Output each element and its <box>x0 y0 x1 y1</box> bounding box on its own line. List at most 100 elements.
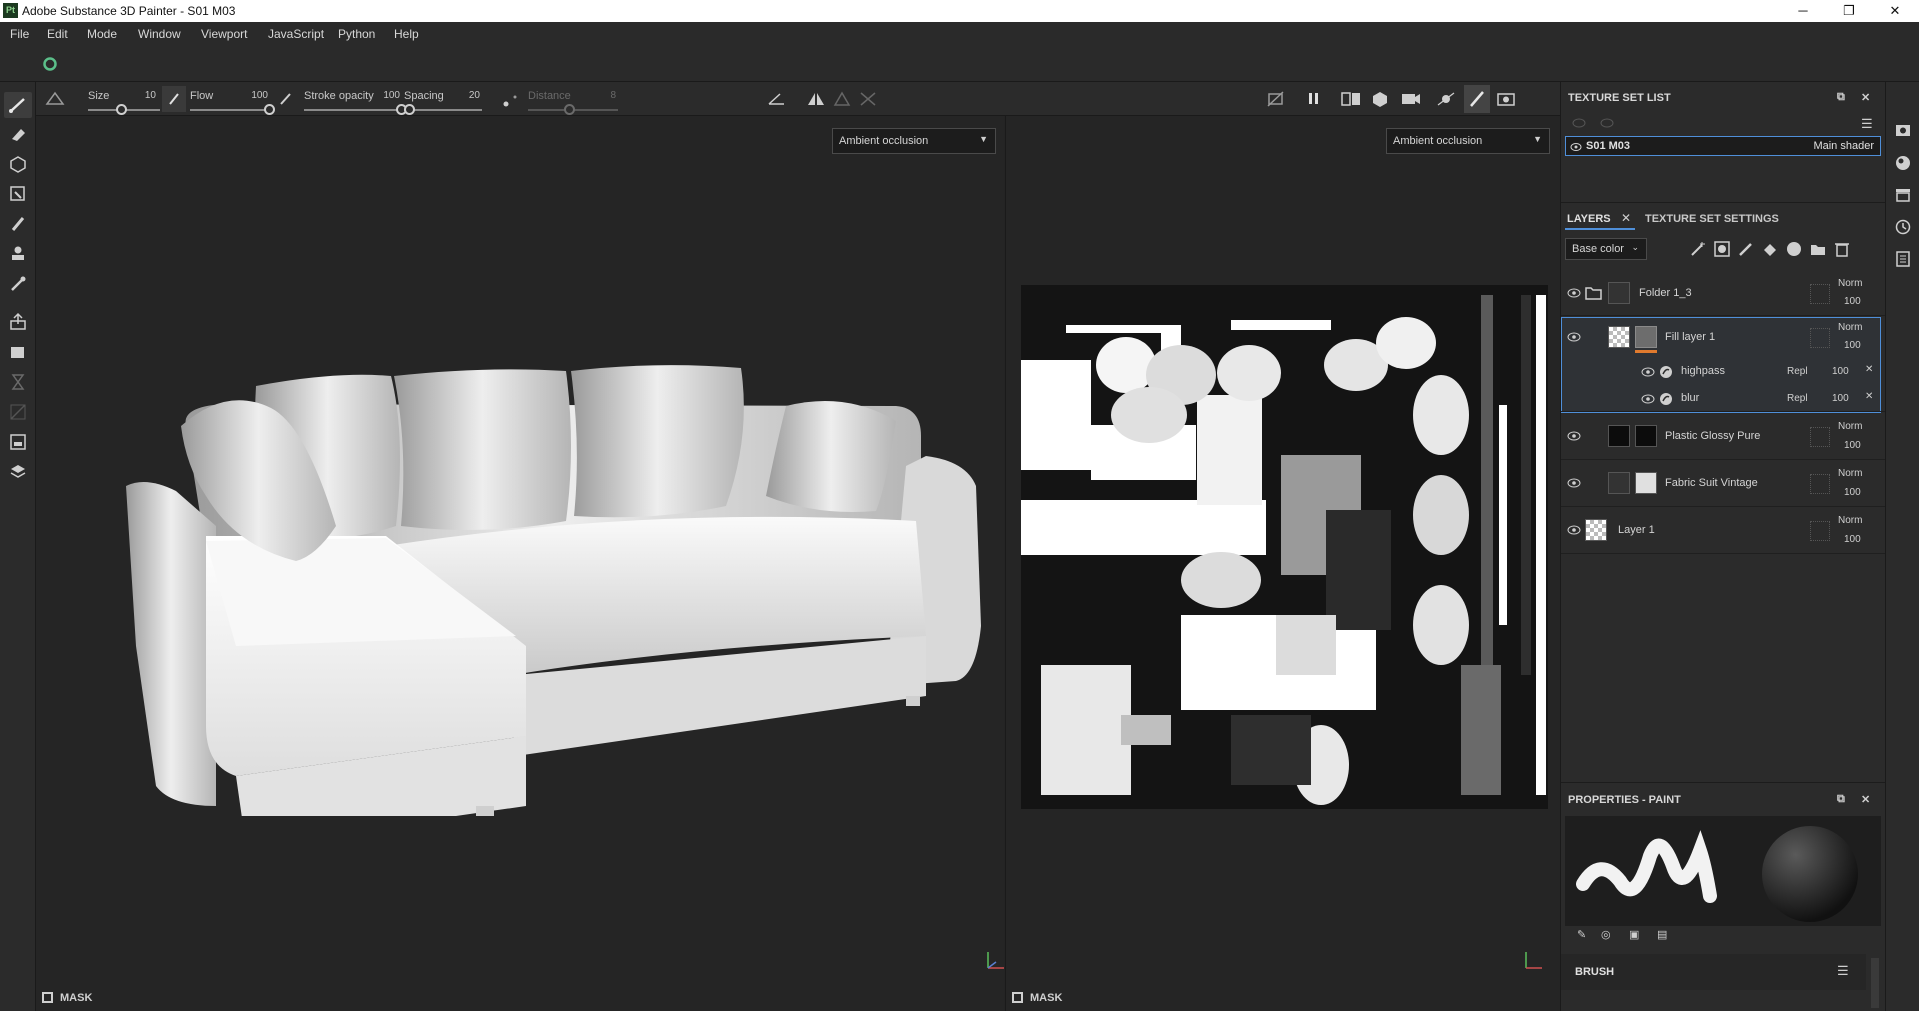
flow-slider-handle[interactable] <box>264 104 275 115</box>
hide-camera-icon[interactable] <box>1266 90 1286 108</box>
effect-opacity[interactable]: 100 <box>1832 366 1849 377</box>
layer-blend[interactable]: Norm <box>1838 515 1862 526</box>
spacing-value[interactable]: 20 <box>460 90 480 101</box>
float-panel-icon[interactable]: ⧉ <box>1837 793 1845 806</box>
effect-opacity[interactable]: 100 <box>1832 393 1849 404</box>
layer-blend[interactable]: Norm <box>1838 421 1862 432</box>
scrollbar[interactable] <box>1871 958 1879 1008</box>
symmetry-mirror-icon[interactable] <box>806 90 826 108</box>
menu-file[interactable]: File <box>10 27 29 41</box>
symmetry-tool-icon[interactable] <box>44 90 66 108</box>
menu-help[interactable]: Help <box>394 27 419 41</box>
mask-slot[interactable] <box>1810 521 1830 541</box>
eraser-icon[interactable] <box>8 124 28 144</box>
flow-value[interactable]: 100 <box>246 90 268 101</box>
viewer-settings-icon[interactable] <box>1894 122 1912 140</box>
stencil-tab-icon[interactable]: ▣ <box>1629 928 1639 941</box>
remove-effect-icon[interactable]: ✕ <box>1865 391 1873 402</box>
restore-button[interactable]: ❐ <box>1826 0 1872 22</box>
spacing-slider[interactable] <box>404 109 482 111</box>
stroke-opacity-value[interactable]: 100 <box>378 90 400 101</box>
paint-brush-icon[interactable] <box>4 92 32 118</box>
tab-layers[interactable]: LAYERS <box>1567 213 1611 225</box>
material-tab-icon[interactable]: ◎ <box>1601 928 1611 941</box>
menu-python[interactable]: Python <box>338 27 375 41</box>
close-window-button[interactable]: ✕ <box>1872 0 1918 22</box>
viewport-3d[interactable]: Ambient occlusion ▼ MASK <box>36 116 1004 1011</box>
tab-texture-set-settings[interactable]: TEXTURE SET SETTINGS <box>1645 213 1779 225</box>
menu-lines-icon[interactable]: ☰ <box>1861 116 1873 132</box>
size-slider-handle[interactable] <box>116 104 127 115</box>
flow-slider[interactable] <box>190 109 270 111</box>
screenshot-icon[interactable] <box>1496 90 1516 108</box>
eye-icon[interactable] <box>1641 367 1655 377</box>
paint-mode-toggle[interactable] <box>1464 85 1490 113</box>
environment-icon[interactable] <box>1894 154 1912 172</box>
layer-row-fabric[interactable]: Fabric Suit Vintage Norm 100 <box>1561 461 1886 507</box>
3d-view-icon[interactable] <box>1370 90 1390 108</box>
viewport-2d-channel-dropdown[interactable]: Ambient occlusion ▼ <box>1386 128 1550 154</box>
sync-status-icon[interactable] <box>42 56 58 72</box>
display-settings-icon[interactable] <box>8 462 28 482</box>
add-fill-layer-icon[interactable] <box>1761 240 1779 258</box>
layer-opacity[interactable]: 100 <box>1844 296 1861 307</box>
layer-opacity[interactable]: 100 <box>1844 487 1861 498</box>
material-picker-icon[interactable] <box>8 342 28 362</box>
eye-icon[interactable] <box>1567 525 1581 535</box>
bake-icon[interactable] <box>8 312 28 332</box>
float-panel-icon[interactable]: ⧉ <box>1837 91 1845 104</box>
layer-row-plastic[interactable]: Plastic Glossy Pure Norm 100 <box>1561 414 1886 460</box>
eye-icon[interactable] <box>1567 288 1581 298</box>
layer-opacity[interactable]: 100 <box>1844 534 1861 545</box>
layer-opacity[interactable]: 100 <box>1844 340 1861 351</box>
brush-tab-icon[interactable]: ✎ <box>1577 928 1586 941</box>
lighting-icon[interactable] <box>1436 90 1456 108</box>
pressure-size-toggle[interactable] <box>162 86 186 112</box>
layer-opacity[interactable]: 100 <box>1844 440 1861 451</box>
pressure-flow-icon[interactable] <box>278 90 294 108</box>
effect-blend[interactable]: Repl <box>1787 393 1808 404</box>
menu-viewport[interactable]: Viewport <box>201 27 247 41</box>
menu-mode[interactable]: Mode <box>87 27 117 41</box>
mask-slot[interactable] <box>1810 427 1830 447</box>
viewport-2d[interactable]: Ambient occlusion ▼ MASK <box>1005 116 1560 1011</box>
mask-thumbnail[interactable] <box>1635 472 1657 494</box>
channel-dropdown[interactable]: Base color ⌄ <box>1565 238 1647 260</box>
menu-lines-icon[interactable]: ☰ <box>1837 963 1849 979</box>
effect-blend[interactable]: Repl <box>1787 366 1808 377</box>
delete-layer-icon[interactable] <box>1833 240 1851 258</box>
layer-row-folder[interactable]: Folder 1_3 Norm 100 <box>1561 272 1886 316</box>
checkbox-icon[interactable] <box>1012 992 1023 1003</box>
menu-edit[interactable]: Edit <box>47 27 68 41</box>
projection-icon[interactable] <box>8 154 28 174</box>
alignment-icon[interactable] <box>766 90 788 108</box>
layer-blend[interactable]: Norm <box>1838 322 1862 333</box>
stroke-opacity-slider[interactable] <box>304 109 402 111</box>
remove-effect-icon[interactable]: ✕ <box>1865 364 1873 375</box>
eye-icon[interactable] <box>1641 394 1655 404</box>
history-icon[interactable] <box>1894 218 1912 236</box>
log-icon[interactable] <box>1894 250 1912 268</box>
add-effect-icon[interactable] <box>1689 240 1707 258</box>
alpha-tab-icon[interactable]: ▤ <box>1657 928 1667 941</box>
mask-slot[interactable] <box>1810 328 1830 348</box>
effect-row-blur[interactable]: blur Repl 100 ✕ <box>1561 385 1886 412</box>
eye-icon[interactable] <box>1567 478 1581 488</box>
clone-icon[interactable] <box>8 244 28 264</box>
eye-icon[interactable] <box>1567 332 1581 342</box>
mask-thumbnail[interactable] <box>1635 425 1657 447</box>
mask-slot[interactable] <box>1810 474 1830 494</box>
add-smart-material-icon[interactable] <box>1785 240 1803 258</box>
close-panel-icon[interactable]: ✕ <box>1861 793 1870 806</box>
pause-icon[interactable] <box>1306 90 1322 108</box>
eye-icon[interactable] <box>1567 431 1581 441</box>
checkbox-icon[interactable] <box>42 992 53 1003</box>
viewport-3d-channel-dropdown[interactable]: Ambient occlusion ▼ <box>832 128 996 154</box>
add-paint-layer-icon[interactable] <box>1737 240 1755 258</box>
layer-row-layer1[interactable]: Layer 1 Norm 100 <box>1561 508 1886 554</box>
spacing-slider-handle[interactable] <box>404 104 415 115</box>
layer-blend[interactable]: Norm <box>1838 278 1862 289</box>
menu-window[interactable]: Window <box>138 27 181 41</box>
minimize-button[interactable]: ─ <box>1780 0 1826 22</box>
size-value[interactable]: 10 <box>136 90 156 101</box>
